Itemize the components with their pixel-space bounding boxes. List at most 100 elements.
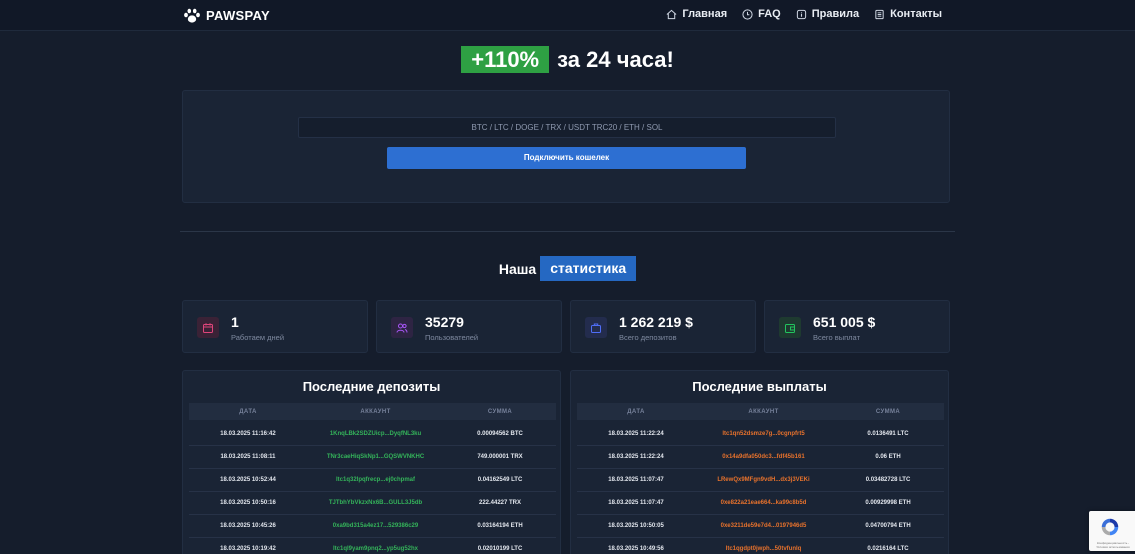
cell-date: 18.03.2025 10:45:26 <box>220 523 276 529</box>
stat-card-payouts: 651 005 $ Всего выплат <box>764 300 950 353</box>
column-header-date: ДАТА <box>239 408 257 415</box>
table-row: 18.03.2025 11:08:11 TNr3caeHiqSkNp1...GQ… <box>189 446 556 469</box>
cell-account: 0xa9bd315a4ez17...529386c29 <box>332 523 419 529</box>
stats-heading-plain: Наша <box>498 260 537 277</box>
table-row: 18.03.2025 10:50:05 0xe3211de59e7d4...01… <box>577 515 944 538</box>
hero-text: за 24 часа! <box>557 46 674 72</box>
stat-card-days: 1 Работаем дней <box>182 300 368 353</box>
cell-date: 18.03.2025 10:52:44 <box>220 477 276 483</box>
section-divider <box>180 231 955 232</box>
cell-date: 18.03.2025 11:16:42 <box>220 431 276 437</box>
hero-banner: +110% за 24 часа! <box>0 46 1135 73</box>
home-icon <box>666 9 677 19</box>
deposits-table-header: ДАТА АККАУНТ СУММА <box>189 403 556 420</box>
cell-account: ltc1q32lpqfrecp...ej0chpmaf <box>335 477 416 483</box>
users-icon <box>391 317 413 338</box>
nav-rules[interactable]: Правила <box>796 8 859 20</box>
top-header: PAWSPAY Главная FAQ Правила Контакты <box>0 0 1135 31</box>
paw-icon <box>184 8 200 23</box>
stat-value: 1 262 219 $ <box>619 314 693 330</box>
connect-wallet-button[interactable]: Подключить кошелек <box>387 147 746 169</box>
cell-date: 18.03.2025 11:07:47 <box>608 477 664 483</box>
payouts-table-body: 18.03.2025 11:22:24 ltc1qn52dsmze7g...0c… <box>577 423 944 554</box>
recent-payouts-panel: Последние выплаты ДАТА АККАУНТ СУММА 18.… <box>570 370 949 554</box>
nav-contacts-label: Контакты <box>890 8 942 20</box>
deposits-title: Последние депозиты <box>302 379 441 394</box>
column-header-account: АККАУНТ <box>360 408 391 415</box>
cell-amount: 749.000001 TRX <box>477 454 523 460</box>
cell-amount: 0.04700794 ETH <box>865 523 911 529</box>
cell-date: 18.03.2025 11:22:24 <box>608 454 664 460</box>
cell-account: ltc1ql9yam9pnq2...yp5ug52hx <box>332 546 419 552</box>
cell-account: 0xe822a21eae664...ka99c8b5d <box>720 500 807 506</box>
stat-card-deposits: 1 262 219 $ Всего депозитов <box>570 300 756 353</box>
cell-date: 18.03.2025 10:19:42 <box>220 546 276 552</box>
question-circle-icon <box>742 8 753 20</box>
stat-value: 1 <box>231 314 239 330</box>
cell-date: 18.03.2025 10:50:05 <box>608 523 664 529</box>
stat-label: Всего выплат <box>813 333 861 342</box>
cell-amount: 0.06 ETH <box>875 454 901 460</box>
stat-label: Работаем дней <box>231 333 285 342</box>
stat-label: Пользователей <box>425 333 479 342</box>
nav-faq-label: FAQ <box>758 8 781 20</box>
cell-date: 18.03.2025 11:22:24 <box>608 431 664 437</box>
table-row: 18.03.2025 11:07:47 0xe822a21eae664...ka… <box>577 492 944 515</box>
nav-home-label: Главная <box>682 8 728 20</box>
table-row: 18.03.2025 11:22:24 0x14a9dfa050dc3...fd… <box>577 446 944 469</box>
cell-date: 18.03.2025 11:08:11 <box>220 454 276 460</box>
column-header-amount: СУММА <box>875 408 901 415</box>
table-row: 18.03.2025 11:16:42 1KnqLBk2SDZUicp...Dy… <box>189 423 556 446</box>
cell-amount: 0.02010199 LTC <box>477 546 523 552</box>
nav-contacts[interactable]: Контакты <box>874 8 942 20</box>
wallet-address-input[interactable]: BTC / LTC / DOGE / TRX / USDT TRC20 / ET… <box>298 117 836 138</box>
stats-heading: Наша статистика <box>0 256 1135 281</box>
payouts-table-header: ДАТА АККАУНТ СУММА <box>577 403 944 420</box>
cell-amount: 0.00094562 BTC <box>477 431 523 437</box>
stat-value: 35279 <box>425 314 464 330</box>
table-row: 18.03.2025 10:19:42 ltc1ql9yam9pnq2...yp… <box>189 538 556 554</box>
cell-account: ltc1qgdpt0jwph...50tvfunlq <box>725 546 802 552</box>
cell-account: 0xe3211de59e7d4...0197946d5 <box>720 523 807 529</box>
brand-logo[interactable]: PAWSPAY <box>183 7 270 24</box>
nav-rules-label: Правила <box>811 8 860 20</box>
stat-label: Всего депозитов <box>619 333 677 342</box>
cell-amount: 0.03164194 ETH <box>477 523 523 529</box>
wallet-icon <box>779 317 801 338</box>
cell-account: ltc1qn52dsmze7g...0cgnpfrt5 <box>722 431 805 437</box>
nav-home[interactable]: Главная <box>666 8 727 20</box>
brand-name: PAWSPAY <box>206 8 270 23</box>
info-icon <box>796 9 806 19</box>
cell-account: TJTbhYbVkzxNx6B...GULL3J5db <box>328 500 423 506</box>
deposits-table-body: 18.03.2025 11:16:42 1KnqLBk2SDZUicp...Dy… <box>189 423 556 554</box>
column-header-date: ДАТА <box>627 408 645 415</box>
cell-amount: 0.0136491 LTC <box>867 431 909 437</box>
table-row: 18.03.2025 11:22:24 ltc1qn52dsmze7g...0c… <box>577 423 944 446</box>
cell-amount: 0.0216164 LTC <box>867 546 909 552</box>
table-row: 18.03.2025 10:45:26 0xa9bd315a4ez17...52… <box>189 515 556 538</box>
cell-amount: 0.00929998 ETH <box>865 500 911 506</box>
recaptcha-text: Конфиденциальность - Условия использован… <box>1096 541 1130 549</box>
cell-amount: 222.44227 TRX <box>478 500 522 506</box>
stat-value: 651 005 $ <box>813 314 876 330</box>
recent-deposits-panel: Последние депозиты ДАТА АККАУНТ СУММА 18… <box>182 370 561 554</box>
payouts-title: Последние выплаты <box>692 379 827 394</box>
table-row: 18.03.2025 10:49:56 ltc1qgdpt0jwph...50t… <box>577 538 944 554</box>
cell-date: 18.03.2025 10:50:16 <box>220 500 276 506</box>
main-nav: Главная FAQ Правила Контакты <box>666 8 942 20</box>
cell-date: 18.03.2025 11:07:47 <box>608 500 664 506</box>
recaptcha-badge[interactable]: Конфиденциальность - Условия использован… <box>1089 511 1135 551</box>
column-header-account: АККАУНТ <box>748 408 779 415</box>
stat-card-users: 35279 Пользователей <box>376 300 562 353</box>
contacts-icon <box>875 9 884 19</box>
briefcase-icon <box>585 317 607 338</box>
recaptcha-icon <box>1101 518 1119 536</box>
column-header-amount: СУММА <box>487 408 513 415</box>
cell-amount: 0.03482728 LTC <box>865 477 911 483</box>
cell-date: 18.03.2025 10:49:56 <box>608 546 664 552</box>
table-row: 18.03.2025 10:50:16 TJTbhYbVkzxNx6B...GU… <box>189 492 556 515</box>
nav-faq[interactable]: FAQ <box>742 8 781 20</box>
table-row: 18.03.2025 10:52:44 ltc1q32lpqfrecp...ej… <box>189 469 556 492</box>
cell-amount: 0.04162549 LTC <box>477 477 523 483</box>
cell-account: TNr3caeHiqSkNp1...GQSWVNKHC <box>326 454 425 460</box>
